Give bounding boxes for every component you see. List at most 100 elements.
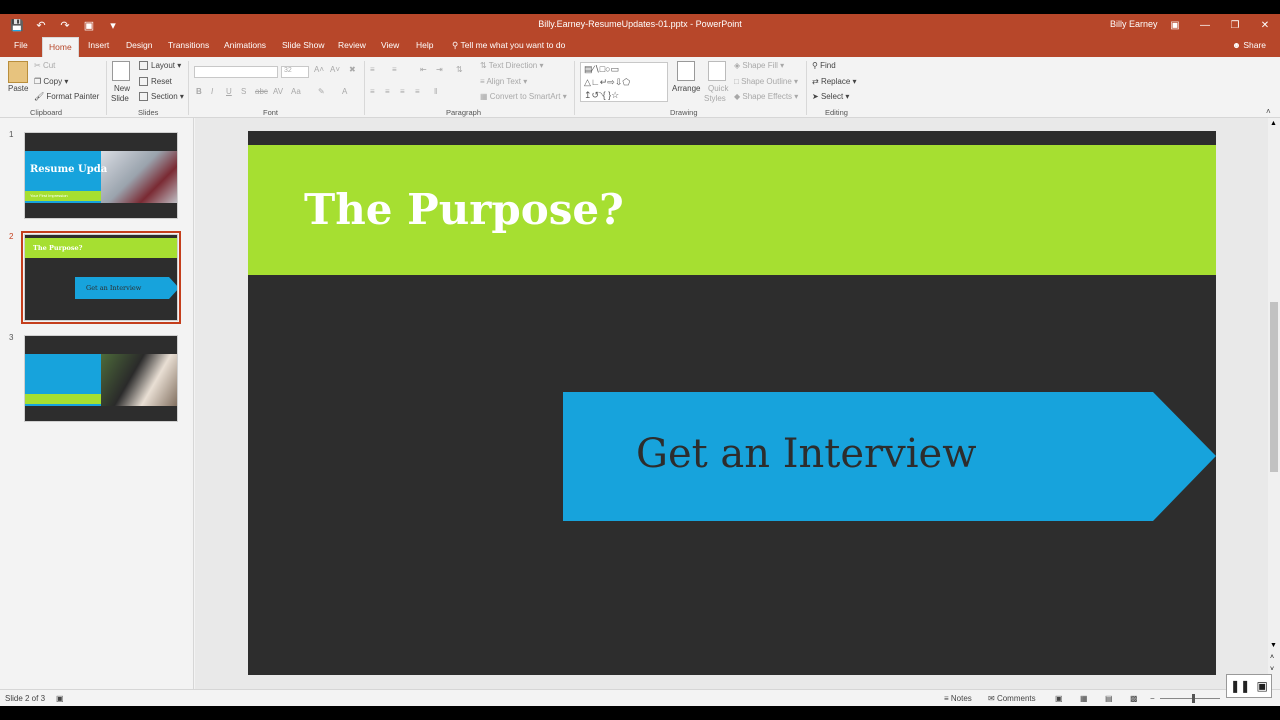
quick-styles-label-1[interactable]: Quick [708,84,728,93]
slide-editor[interactable]: The Purpose? Get an Interview [195,118,1268,689]
italic-icon[interactable]: I [211,87,213,96]
reading-view-icon[interactable]: ▤ [1105,694,1113,703]
tab-insert[interactable]: Insert [88,40,109,50]
minimize-icon[interactable]: — [1190,20,1220,31]
spelling-icon[interactable]: ▣ [56,694,64,703]
tab-review[interactable]: Review [338,40,366,50]
arrange-icon[interactable] [677,61,695,81]
share-button[interactable]: ☻ Share [1232,40,1266,50]
thumbnail-slide-3[interactable] [24,335,178,422]
group-label-font: Font [263,108,279,117]
shape-effects-button[interactable]: ◆ Shape Effects ▾ [734,92,798,101]
shapes-gallery[interactable]: ▤∕∖□○▭ △∟↵⇨⇩⬠ ↥↺◝{ }☆ [580,62,668,102]
text-direction-button[interactable]: ⇅ Text Direction ▾ [480,61,544,70]
bold-icon[interactable]: B [196,87,202,96]
close-icon[interactable]: ✕ [1250,20,1280,31]
underline-icon[interactable]: U [226,87,232,96]
arrange-button[interactable]: Arrange [672,84,700,93]
camera-off-icon[interactable]: ▣ [1257,679,1268,693]
quick-styles-icon[interactable] [708,61,726,81]
tab-view[interactable]: View [381,40,399,50]
tell-me-text: Tell me what you want to do [460,40,566,50]
thumbnail-slide-2[interactable]: The Purpose? Get an Interview [21,231,181,324]
strikethrough-icon[interactable]: abc [255,87,268,96]
scrollbar-thumb[interactable] [1270,302,1278,472]
font-size-input[interactable]: 32 [281,66,309,78]
columns-icon[interactable]: ‖ [434,87,437,96]
copy-button[interactable]: ❐ Copy ▾ [34,77,68,86]
tab-design[interactable]: Design [126,40,152,50]
tab-transitions[interactable]: Transitions [168,40,209,50]
align-text-button[interactable]: ≡ Align Text ▾ [480,77,527,86]
line-spacing-icon[interactable]: ⇅ [456,65,463,74]
convert-smartart-button[interactable]: ▦ Convert to SmartArt ▾ [480,92,567,101]
align-right-icon[interactable]: ≡ [400,87,405,96]
highlight-icon[interactable]: ✎ [318,87,325,96]
separator [364,61,365,115]
replace-button[interactable]: ⇄ Replace ▾ [812,77,857,86]
user-name[interactable]: Billy Earney [1110,19,1158,29]
restore-icon[interactable]: ❐ [1220,20,1250,31]
shadow-icon[interactable]: S [241,87,246,96]
decrease-indent-icon[interactable]: ⇤ [420,65,427,74]
slide-sorter-icon[interactable]: ▦ [1080,694,1088,703]
thumb-photo-interview [101,151,177,203]
letterbox-top [0,0,1280,14]
paste-icon[interactable] [8,61,28,83]
scroll-up-icon[interactable]: ▲ [1270,120,1277,127]
new-slide-label-2[interactable]: Slide [111,94,129,103]
select-button[interactable]: ➤ Select ▾ [812,92,849,101]
align-text-label: Align Text [486,77,521,86]
tab-home[interactable]: Home [42,37,79,57]
increase-font-icon[interactable]: A˄ [314,65,324,74]
find-button[interactable]: ⚲ Find [812,61,836,70]
pause-icon[interactable]: ❚❚ [1230,679,1250,693]
shape-fill-button[interactable]: ◈ Shape Fill ▾ [734,61,784,70]
numbering-icon[interactable]: ≡ [392,65,397,74]
section-button[interactable]: Section ▾ [139,92,184,102]
zoom-slider-knob[interactable] [1192,694,1195,703]
font-color-icon[interactable]: A [342,87,347,96]
notes-button[interactable]: ≡ Notes [944,694,972,703]
tab-file[interactable]: File [14,40,28,50]
align-left-icon[interactable]: ≡ [370,87,375,96]
arrow-text[interactable]: Get an Interview [636,431,976,477]
new-slide-icon[interactable] [112,61,130,81]
tab-slide-show[interactable]: Slide Show [282,40,325,50]
zoom-out-icon[interactable]: − [1150,694,1155,703]
clear-formatting-icon[interactable]: ✖ [349,65,356,74]
tab-animations[interactable]: Animations [224,40,266,50]
ribbon-display-icon[interactable]: ▣ [1160,20,1190,31]
bullets-icon[interactable]: ≡ [370,65,375,74]
vertical-scrollbar[interactable]: ▲ ▼ ˄ ˅ [1268,118,1280,689]
reset-button[interactable]: Reset [139,77,172,87]
convert-smartart-label: Convert to SmartArt [489,92,561,101]
normal-view-icon[interactable]: ▣ [1055,694,1063,703]
character-spacing-icon[interactable]: AV [273,87,283,96]
tell-me-search[interactable]: ⚲ Tell me what you want to do [452,40,565,51]
thumbnail-slide-1[interactable]: Resume Upda Your First Impression [24,132,178,219]
slide-title[interactable]: The Purpose? [304,185,624,234]
align-center-icon[interactable]: ≡ [385,87,390,96]
font-name-input[interactable] [194,66,278,78]
increase-indent-icon[interactable]: ⇥ [436,65,443,74]
tab-help[interactable]: Help [416,40,433,50]
format-painter-button[interactable]: 🖌 Format Painter [34,92,99,101]
quick-styles-label-2[interactable]: Styles [704,94,726,103]
cut-button[interactable]: ✂ Cut [34,61,55,70]
collapse-ribbon-icon[interactable]: ˄ [1266,107,1271,116]
zoom-slider[interactable] [1160,698,1220,699]
previous-slide-icon[interactable]: ˄ [1270,654,1274,661]
new-slide-label-1[interactable]: New [114,84,130,93]
next-slide-icon[interactable]: ˅ [1270,666,1274,673]
scroll-down-icon[interactable]: ▼ [1270,642,1277,649]
justify-icon[interactable]: ≡ [415,87,420,96]
shape-outline-button[interactable]: □ Shape Outline ▾ [734,77,798,86]
comments-button[interactable]: ✉ Comments [988,694,1036,703]
change-case-icon[interactable]: Aa [291,87,301,96]
layout-button[interactable]: Layout ▾ [139,61,181,71]
current-slide[interactable]: The Purpose? Get an Interview [248,131,1216,675]
slideshow-view-icon[interactable]: ▩ [1130,694,1138,703]
decrease-font-icon[interactable]: A˅ [330,65,340,74]
paste-button[interactable]: Paste [8,84,28,93]
